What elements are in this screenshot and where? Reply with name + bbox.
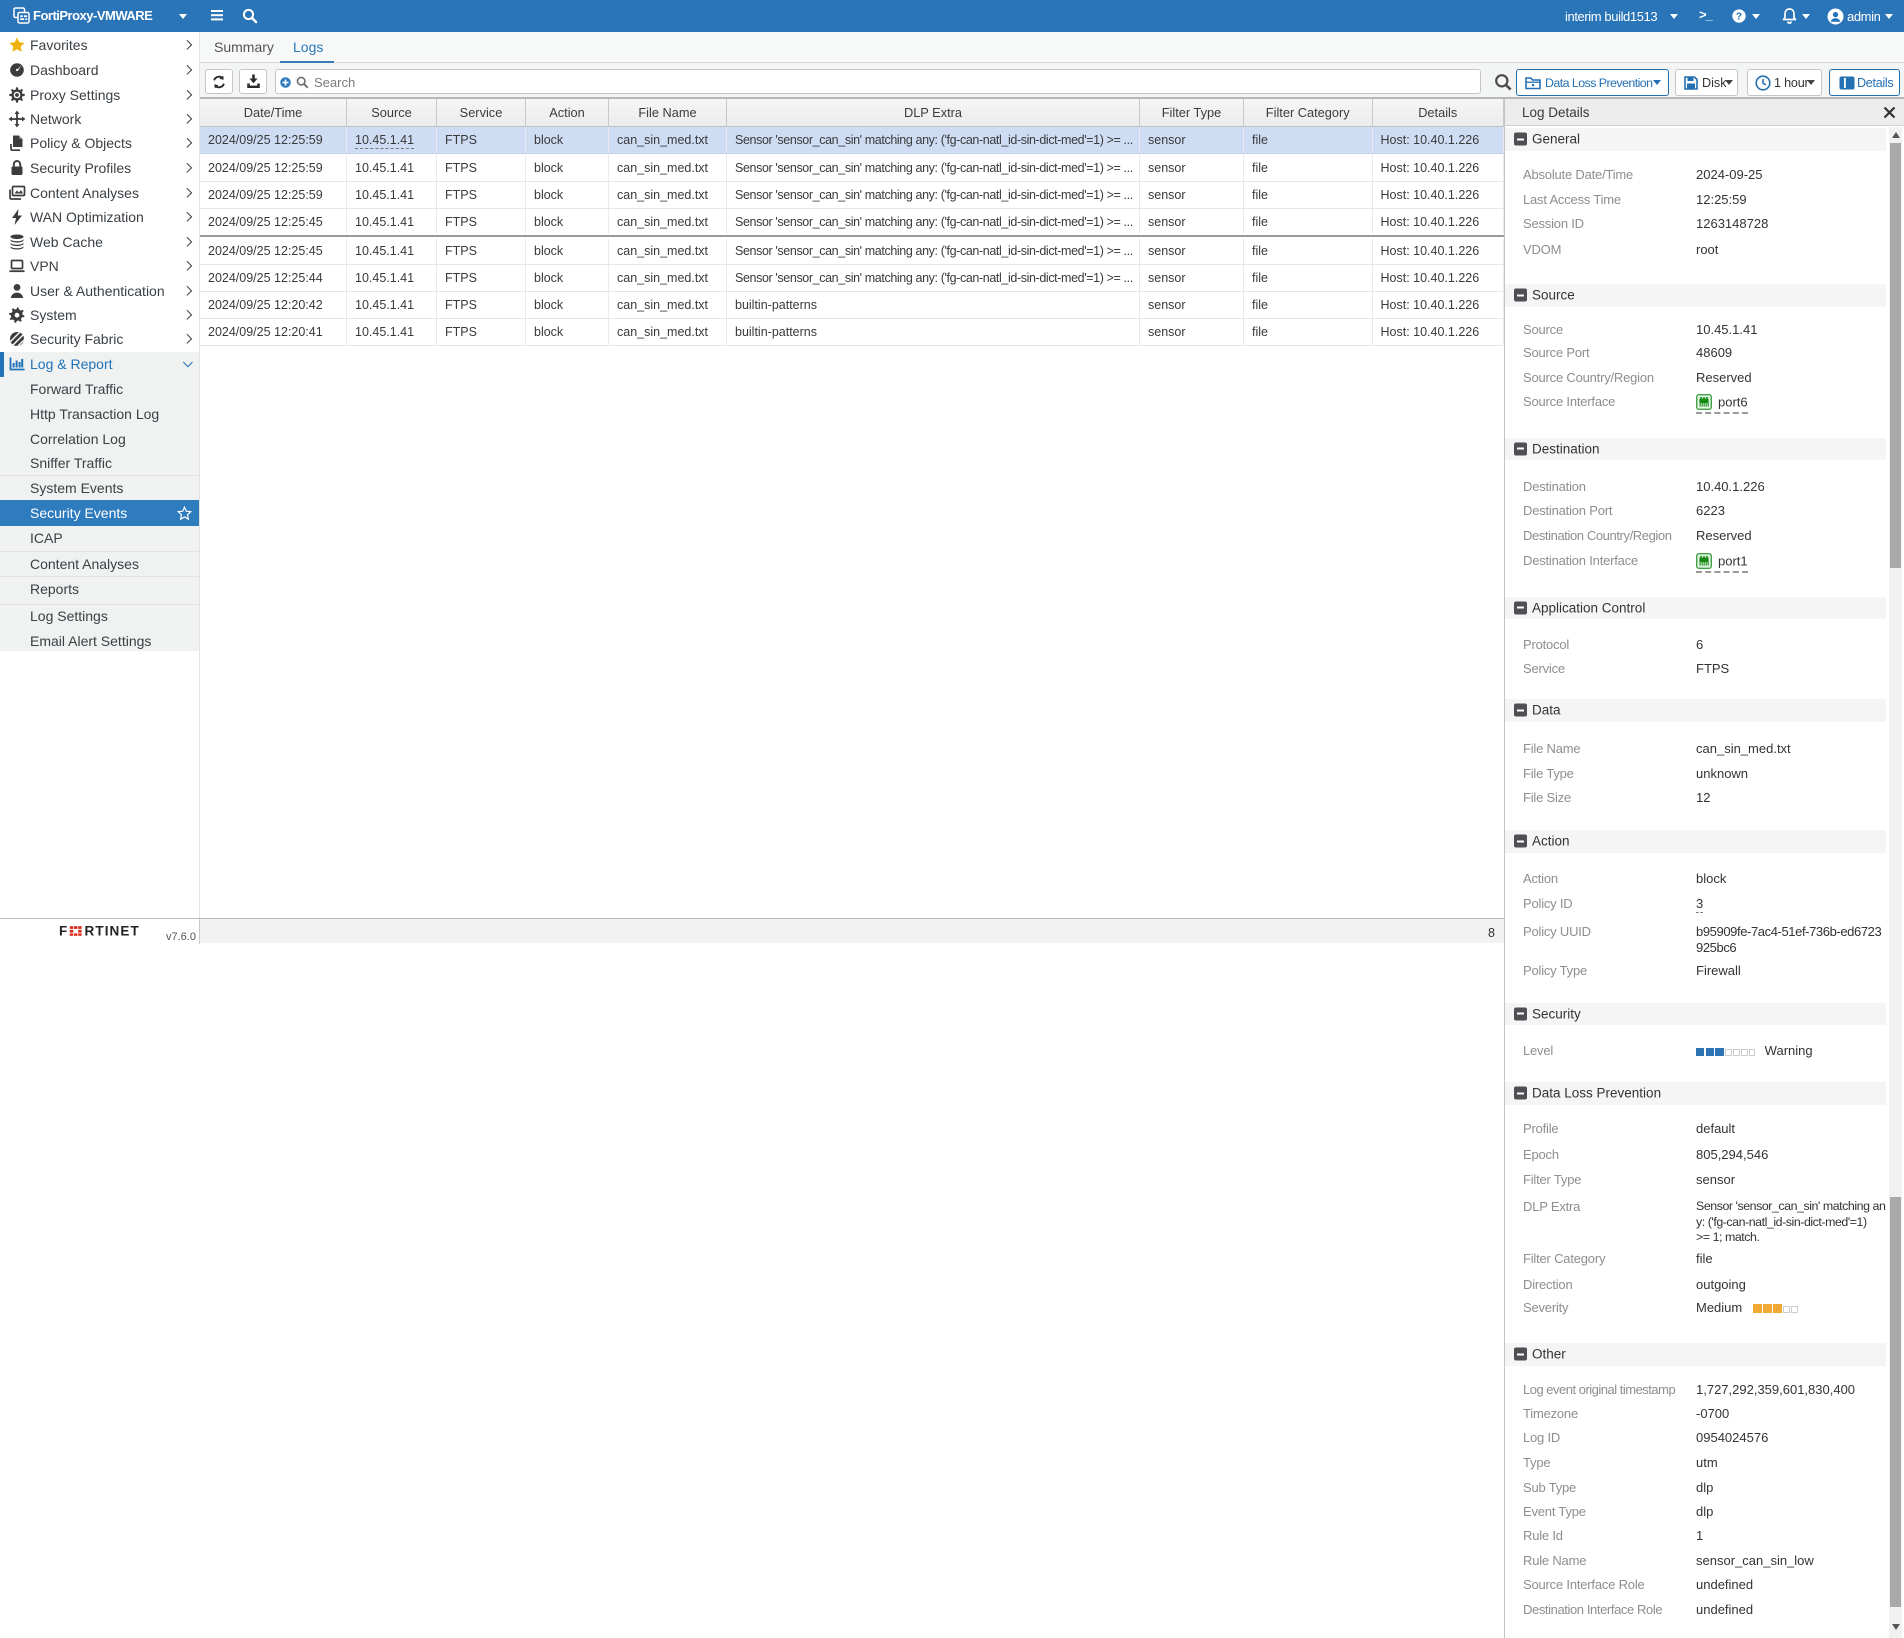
svg-text:RTINET: RTINET bbox=[85, 924, 140, 938]
svg-text:?: ? bbox=[1736, 12, 1742, 23]
svg-text:F: F bbox=[59, 924, 68, 938]
